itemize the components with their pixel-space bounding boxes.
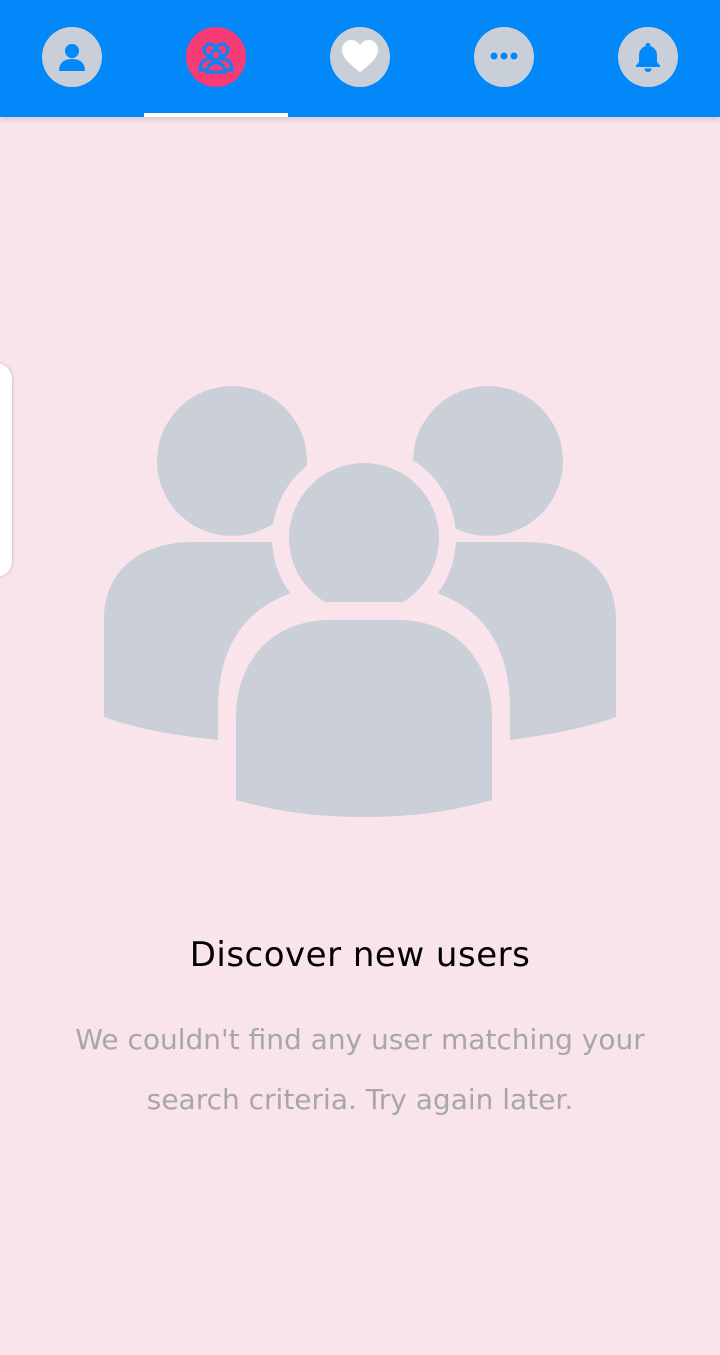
side-drawer-handle[interactable] [0,363,12,577]
users-icon [186,26,246,87]
tab-discover[interactable] [144,0,288,117]
users-group-icon [100,380,620,825]
active-tab-indicator [144,113,288,117]
empty-state-title: Discover new users [189,935,531,975]
tab-notifications[interactable] [576,0,720,117]
heart-icon [330,26,390,87]
chat-bubble-icon [474,26,534,87]
empty-state-message: We couldn't find any user matching your … [75,1023,645,1116]
tab-profile[interactable] [0,0,144,117]
tab-messages[interactable] [432,0,576,117]
person-icon [42,26,102,87]
tab-likes[interactable] [288,0,432,117]
top-tab-bar [0,0,720,117]
bell-icon [618,26,678,87]
